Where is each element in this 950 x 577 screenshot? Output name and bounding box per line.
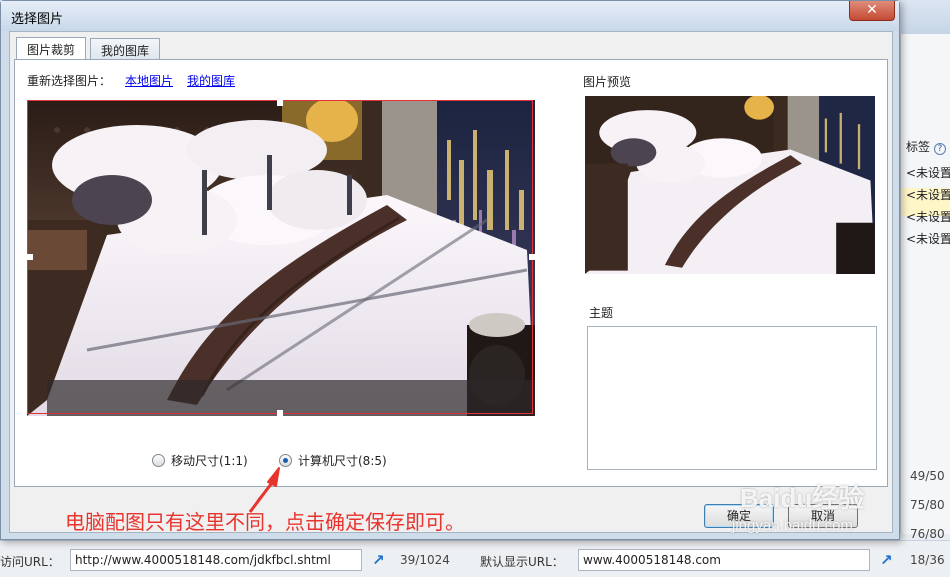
- open-link-icon[interactable]: ↗: [372, 551, 390, 569]
- radio-label: 计算机尺寸(8:5): [298, 454, 387, 468]
- char-count: 76/80: [910, 527, 945, 541]
- tab-image-crop[interactable]: 图片裁剪: [16, 37, 87, 60]
- preview-label: 图片预览: [583, 75, 632, 89]
- default-url-count: 18/36: [910, 553, 945, 567]
- radio-button[interactable]: [279, 454, 292, 467]
- tag-item[interactable]: <未设置: [906, 208, 950, 225]
- local-image-link[interactable]: 本地图片: [125, 74, 173, 88]
- tag-header: 标签 ?: [906, 138, 946, 155]
- reselect-row: 重新选择图片： 本地图片 我的图库: [27, 72, 235, 89]
- visit-url-input[interactable]: http://www.4000518148.com/jdkfbcl.shtml: [70, 549, 362, 571]
- help-icon[interactable]: ?: [933, 143, 946, 155]
- bedroom-preview-photo: [585, 96, 875, 274]
- bedroom-photo: [27, 100, 535, 416]
- default-url-label: 默认显示URL：: [480, 555, 564, 569]
- tag-item[interactable]: <未设置: [906, 186, 950, 203]
- visit-url-count: 39/1024: [400, 553, 450, 567]
- subject-textarea[interactable]: [587, 326, 877, 470]
- reselect-label: 重新选择图片：: [27, 74, 112, 88]
- crop-handle[interactable]: [277, 410, 283, 416]
- dialog-client: 图片裁剪 我的图库 重新选择图片： 本地图片 我的图库 图片预览 主题 移动尺寸…: [9, 31, 893, 533]
- radio-mobile-size[interactable]: 移动尺寸(1:1): [152, 452, 248, 469]
- crop-handle[interactable]: [277, 100, 283, 106]
- crop-area[interactable]: [27, 100, 535, 416]
- char-count: 49/50: [910, 469, 945, 483]
- dialog-titlebar[interactable]: 选择图片 ✕: [1, 1, 899, 31]
- tag-item[interactable]: <未设置: [906, 230, 950, 247]
- annotation-text: 电脑配图只有这里不同，点击确定保存即可。: [65, 510, 465, 534]
- subject-label: 主题: [589, 306, 614, 320]
- watermark-brand: Baidu经验: [740, 483, 865, 513]
- crop-handle[interactable]: [529, 254, 535, 260]
- visit-url-label: 访问URL：: [0, 555, 60, 569]
- my-gallery-link[interactable]: 我的图库: [187, 74, 235, 88]
- tag-item[interactable]: <未设置: [906, 164, 950, 181]
- crop-handle[interactable]: [27, 254, 33, 260]
- radio-computer-size[interactable]: 计算机尺寸(8:5): [279, 452, 387, 469]
- image-preview: [585, 96, 875, 274]
- open-link-icon[interactable]: ↗: [880, 551, 898, 569]
- baidu-watermark: Baidu经验 jingyan.baidu.com: [732, 478, 865, 534]
- dialog-title: 选择图片: [11, 12, 64, 27]
- radio-label: 移动尺寸(1:1): [171, 454, 248, 468]
- tab-my-gallery[interactable]: 我的图库: [90, 38, 161, 60]
- char-count: 75/80: [910, 498, 945, 512]
- default-url-input[interactable]: www.4000518148.com: [578, 549, 870, 571]
- select-image-dialog: 选择图片 ✕ 图片裁剪 我的图库 重新选择图片： 本地图片 我的图库 图片预览 …: [0, 0, 900, 540]
- watermark-site: jingyan.baidu.com: [732, 517, 853, 534]
- crop-tab-panel: 重新选择图片： 本地图片 我的图库 图片预览 主题 移动尺寸(1:1) 计算机尺…: [14, 59, 888, 487]
- background-right-panel: [900, 34, 950, 534]
- close-button[interactable]: ✕: [849, 1, 895, 21]
- radio-button[interactable]: [152, 454, 165, 467]
